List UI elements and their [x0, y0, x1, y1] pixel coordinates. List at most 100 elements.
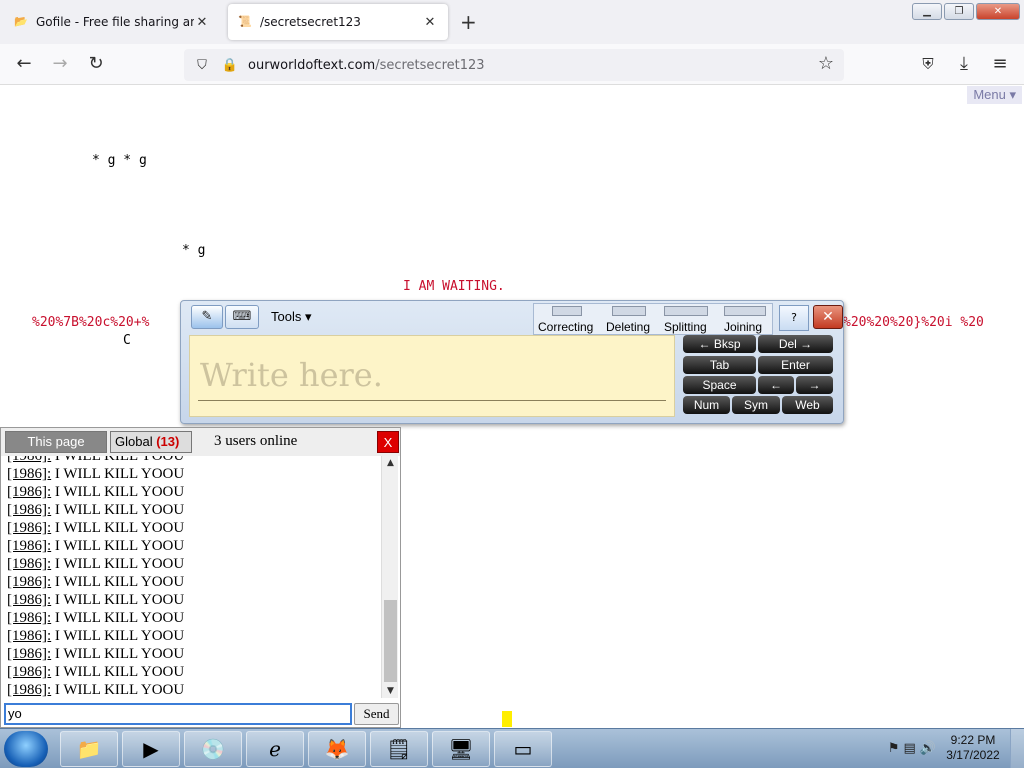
explorer-icon[interactable]: 📁 [60, 731, 118, 767]
action-center-icon[interactable]: ⚑ [888, 741, 904, 756]
internet-explorer-icon[interactable]: ℯ [246, 731, 304, 767]
tools-menu[interactable]: Tools ▾ [271, 309, 312, 325]
chat-scrollbar[interactable]: ▲ ▼ [381, 456, 398, 698]
deleting-button[interactable]: Deleting [606, 320, 650, 334]
chat-nick[interactable]: [1986]: [7, 592, 51, 608]
correcting-button[interactable]: Correcting [538, 320, 593, 334]
chat-text: I WILL KILL YOOU [51, 646, 185, 662]
num-key[interactable]: Num [683, 396, 730, 414]
keyboard-icon[interactable]: ⌨ [225, 305, 259, 329]
network-icon[interactable]: ▤ [904, 741, 920, 756]
tab-title: /secretsecret123 [260, 15, 361, 29]
chat-close-button[interactable]: X [377, 431, 399, 453]
sym-key[interactable]: Sym [732, 396, 780, 414]
web-key[interactable]: Web [782, 396, 833, 414]
page-icon: 📜 [238, 15, 252, 28]
start-button[interactable] [4, 731, 48, 767]
handwriting-input-panel[interactable]: ✎ ⌨ Tools ▾ Correcting Deleting Splittin… [180, 300, 844, 424]
help-icon[interactable]: ? [779, 305, 809, 331]
write-hint: Write here. [200, 356, 383, 394]
clock[interactable]: 9:22 PM 3/17/2022 [942, 733, 1004, 763]
tab-secretsecret[interactable]: 📜 /secretsecret123 ✕ [228, 4, 448, 40]
hamburger-menu-icon[interactable]: ≡ [988, 52, 1012, 76]
canvas-text: * g * g [92, 153, 147, 168]
right-arrow-key[interactable]: → [796, 376, 833, 394]
shield-icon[interactable]: ⛉ [192, 58, 212, 73]
chat-nick[interactable]: [1986]: [7, 520, 51, 536]
media-player-icon[interactable]: ▶ [122, 731, 180, 767]
chat-message: [1986]: I WILL KILL YOOU [7, 556, 184, 573]
chat-nick[interactable]: [1986]: [7, 610, 51, 626]
close-tab-icon[interactable]: ✕ [194, 15, 210, 30]
chat-nick[interactable]: [1986]: [7, 538, 51, 554]
deleting-icon [612, 306, 646, 316]
chat-nick[interactable]: [1986]: [7, 556, 51, 572]
reload-icon[interactable]: ↻ [84, 52, 108, 76]
delete-key[interactable]: Del → [758, 335, 833, 353]
chat-nick[interactable]: [1986]: [7, 456, 51, 464]
tab-gofile[interactable]: 📂 Gofile - Free file sharing and sto ✕ [4, 4, 220, 40]
bookmark-star-icon[interactable]: ☆ [814, 52, 838, 76]
scrollbar-thumb[interactable] [384, 600, 397, 682]
chat-nick[interactable]: [1986]: [7, 628, 51, 644]
send-button[interactable]: Send [354, 703, 399, 725]
chat-message: [1986]: I WILL KILL YOOU [7, 466, 184, 483]
enter-key[interactable]: Enter [758, 356, 833, 374]
canvas-text-encoded: %20%7B%20c%20+% [32, 315, 150, 330]
lock-icon[interactable]: 🔒 [220, 58, 240, 73]
menu-button[interactable]: Menu ▾ [967, 86, 1022, 104]
navigation-bar: ← → ↻ ⛉ 🔒 ourworldoftext.com/secretsecre… [0, 44, 1024, 85]
sticky-notes-icon[interactable]: 🗒 [370, 731, 428, 767]
left-arrow-key[interactable]: ← [758, 376, 794, 394]
chat-input[interactable]: yo [4, 703, 352, 725]
chat-text: I WILL KILL YOOU [51, 484, 185, 500]
show-desktop-button[interactable] [1010, 729, 1024, 768]
forward-icon[interactable]: → [48, 52, 72, 76]
restore-button[interactable]: ❐ [944, 3, 974, 20]
minimize-button[interactable]: ▁ [912, 3, 942, 20]
chat-message: [1986]: I WILL KILL YOOU [7, 574, 184, 591]
pocket-icon[interactable]: ⛨ [916, 52, 940, 76]
downloads-icon[interactable]: ⤓ [952, 52, 976, 76]
chat-nick[interactable]: [1986]: [7, 502, 51, 518]
new-tab-button[interactable]: + [460, 10, 477, 34]
tab-key[interactable]: Tab [683, 356, 756, 374]
splitting-button[interactable]: Splitting [664, 320, 707, 334]
scroll-down-icon[interactable]: ▼ [382, 684, 399, 698]
backspace-key[interactable]: ← Bksp [683, 335, 756, 353]
writing-pad-icon[interactable]: ✎ [191, 305, 223, 329]
chat-nick[interactable]: [1986]: [7, 574, 51, 590]
chat-text: I WILL KILL YOOU [51, 456, 185, 464]
tablet-input-icon[interactable]: ▭ [494, 731, 552, 767]
chat-text: I WILL KILL YOOU [51, 466, 185, 482]
close-tab-icon[interactable]: ✕ [422, 15, 438, 30]
chat-nick[interactable]: [1986]: [7, 646, 51, 662]
chat-nick[interactable]: [1986]: [7, 484, 51, 500]
correcting-icon [552, 306, 582, 316]
space-key[interactable]: Space [683, 376, 756, 394]
back-icon[interactable]: ← [12, 52, 36, 76]
chat-nick[interactable]: [1986]: [7, 664, 51, 680]
tab-global[interactable]: Global (13) [110, 431, 192, 453]
canvas-text-encoded: %20%20%20}%20i %20 [843, 315, 984, 330]
scroll-up-icon[interactable]: ▲ [382, 456, 399, 470]
volume-icon[interactable]: 🔊 [920, 741, 940, 756]
close-panel-button[interactable]: ✕ [813, 305, 843, 329]
joining-button[interactable]: Joining [724, 320, 762, 334]
address-bar[interactable]: ⛉ 🔒 ourworldoftext.com/secretsecret123 [184, 49, 844, 81]
control-panel-icon[interactable]: 🖥 [432, 731, 490, 767]
chat-window: This page Global (13) 3 users online X [… [0, 427, 401, 728]
chat-nick[interactable]: [1986]: [7, 682, 51, 698]
close-window-button[interactable]: ✕ [976, 3, 1020, 20]
chat-text: I WILL KILL YOOU [51, 592, 185, 608]
writing-area[interactable]: Write here. [189, 335, 675, 417]
system-tray[interactable]: ⚑▤🔊 [888, 741, 940, 756]
firefox-icon[interactable]: 🦊 [308, 731, 366, 767]
chat-message: [1986]: I WILL KILL YOOU [7, 610, 184, 627]
tab-this-page[interactable]: This page [5, 431, 107, 453]
chat-nick[interactable]: [1986]: [7, 466, 51, 482]
users-online-count: 3 users online [214, 433, 298, 449]
chat-message-list[interactable]: [1986]: I WILL KILL YOOU [1986]: I WILL K… [3, 456, 383, 698]
media-center-icon[interactable]: 💿 [184, 731, 242, 767]
chat-message: [1986]: I WILL KILL YOOU [7, 646, 184, 663]
